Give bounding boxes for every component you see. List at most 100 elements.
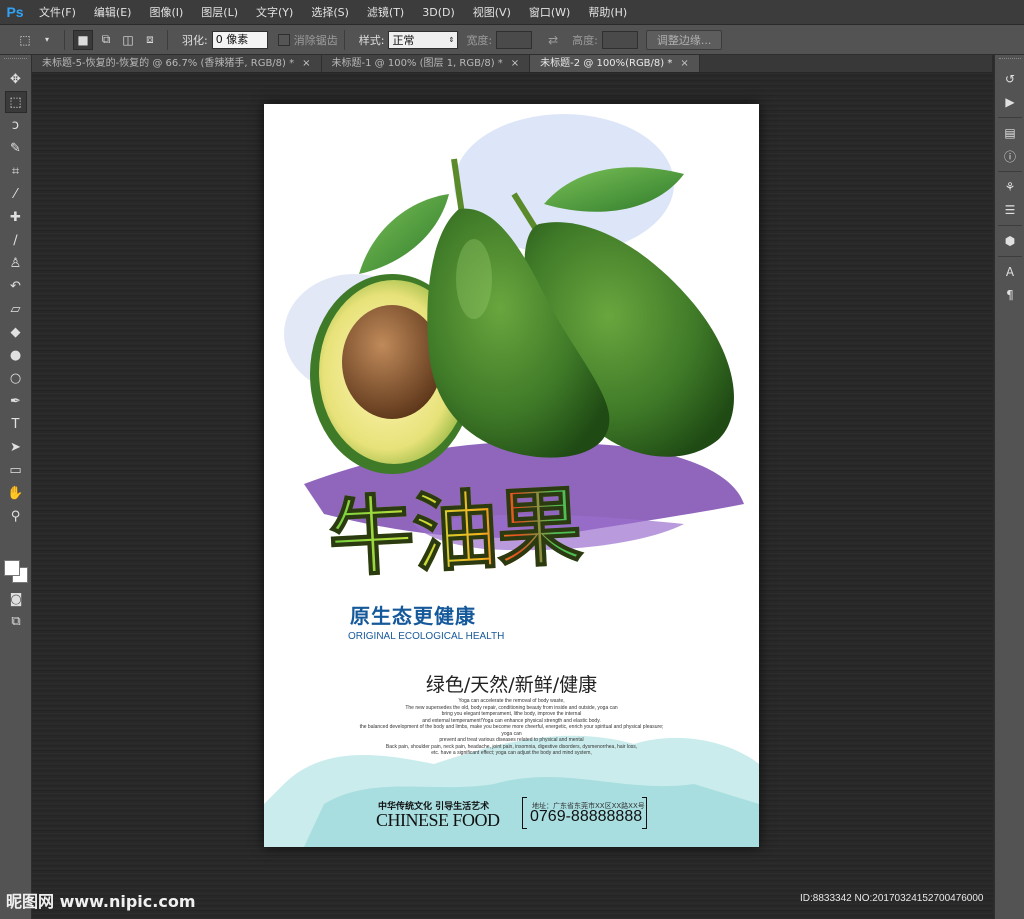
rectangle-tool-icon[interactable]: ▭: [5, 459, 27, 481]
panel-grip[interactable]: [4, 58, 27, 65]
menu-type[interactable]: 文字(Y): [247, 4, 302, 20]
brush-settings-icon[interactable]: ☰: [999, 199, 1021, 221]
poster-document[interactable]: 牛油果 原生态更健康 ORIGINAL ECOLOGICAL HEALTH 绿色…: [264, 104, 759, 847]
properties-icon[interactable]: ▤: [999, 122, 1021, 144]
history-brush-tool-icon[interactable]: ↶: [5, 275, 27, 297]
menu-image[interactable]: 图像(I): [140, 4, 192, 20]
width-label: 宽度:: [466, 33, 493, 47]
chevron-down-icon[interactable]: ▾: [38, 31, 56, 49]
watermark-id: ID:8833342 NO:20170324152700476000: [800, 893, 984, 904]
poster-body-text: Yoga can accelerate the removal of body …: [354, 698, 669, 757]
actions-play-icon[interactable]: ▶: [999, 91, 1021, 113]
tab-label: 未标题-2 @ 100%(RGB/8) *: [540, 58, 673, 69]
close-icon[interactable]: ×: [680, 58, 688, 69]
poster-slogan-cn: 原生态更健康: [350, 604, 476, 628]
menu-layer[interactable]: 图层(L): [192, 4, 247, 20]
panel-grip[interactable]: [999, 58, 1021, 65]
dodge-tool-icon[interactable]: ○: [5, 367, 27, 389]
healing-brush-tool-icon[interactable]: ✚: [5, 206, 27, 228]
lasso-tool-icon[interactable]: ↄ: [5, 114, 27, 136]
style-value: 正常: [392, 33, 415, 47]
photoshop-logo: Ps: [6, 4, 24, 20]
avocado-highlight: [456, 239, 492, 319]
contact-bracket-left: [522, 797, 527, 829]
menu-file[interactable]: 文件(F): [30, 4, 85, 20]
brand-name-en: CHINESE FOOD: [376, 810, 500, 830]
poster-tagline: 绿色/天然/新鲜/健康: [425, 674, 598, 696]
divider: [998, 117, 1022, 118]
quick-mask-icon[interactable]: ◙: [5, 588, 27, 610]
avocado-pit: [342, 305, 442, 419]
eraser-tool-icon[interactable]: ▱: [5, 298, 27, 320]
divider: [64, 29, 65, 50]
feather-label: 羽化:: [182, 33, 208, 47]
pen-tool-icon[interactable]: ✒: [5, 390, 27, 412]
antialias-label: 消除锯齿: [293, 33, 338, 47]
path-selection-tool-icon[interactable]: ➤: [5, 436, 27, 458]
character-icon[interactable]: A: [999, 261, 1021, 283]
history-icon[interactable]: ↺: [999, 68, 1021, 90]
screen-mode-icon[interactable]: ⧉: [5, 610, 27, 632]
options-bar: ⬚ ▾ ■ ⧉ ◫ ⧈ 羽化: 0 像素 消除锯齿 样式: 正常 ⇕ 宽度: ⇄ …: [0, 25, 1024, 55]
brush-tool-icon[interactable]: ∕: [5, 229, 27, 251]
new-selection-icon[interactable]: ■: [73, 29, 93, 50]
type-tool-icon[interactable]: T: [5, 413, 27, 435]
close-icon[interactable]: ×: [302, 58, 310, 69]
refine-edge-button[interactable]: 调整边缘...: [645, 29, 723, 50]
divider: [998, 225, 1022, 226]
poster-title: 牛油果: [325, 455, 583, 593]
quick-select-tool-icon[interactable]: ✎: [5, 137, 27, 159]
height-input[interactable]: [601, 30, 638, 49]
feather-input[interactable]: 0 像素: [211, 30, 268, 49]
contact-phone: 0769-88888888: [530, 808, 643, 825]
antialias-checkbox[interactable]: [277, 33, 290, 46]
body-line: the balanced development of the body and…: [359, 724, 664, 737]
menu-select[interactable]: 选择(S): [302, 4, 358, 20]
info-icon[interactable]: ⓘ: [999, 145, 1021, 167]
body-line: etc. have a significant effect; yoga can…: [431, 750, 592, 756]
swap-icon[interactable]: ⇄: [544, 31, 562, 49]
marquee-tool-icon[interactable]: ⬚: [4, 91, 27, 113]
menu-view[interactable]: 视图(V): [464, 4, 520, 20]
height-label: 高度:: [572, 33, 598, 47]
foreground-color-swatch[interactable]: [4, 560, 20, 576]
menu-window[interactable]: 窗口(W): [520, 4, 579, 20]
menu-filter[interactable]: 滤镜(T): [358, 4, 413, 20]
width-input[interactable]: [496, 30, 533, 49]
tab-document-5[interactable]: 未标题-5-恢复的-恢复的 @ 66.7% (香辣猪手, RGB/8) * ×: [32, 55, 322, 72]
eyedropper-tool-icon[interactable]: ⁄: [5, 183, 27, 205]
style-select[interactable]: 正常 ⇕: [388, 30, 459, 49]
blur-tool-icon[interactable]: ●: [5, 344, 27, 366]
menu-3d[interactable]: 3D(D): [413, 6, 464, 19]
chevron-updown-icon: ⇕: [448, 35, 455, 44]
move-tool-icon[interactable]: ✥: [5, 68, 27, 90]
menu-bar: Ps 文件(F) 编辑(E) 图像(I) 图层(L) 文字(Y) 选择(S) 滤…: [0, 0, 1024, 25]
menu-edit[interactable]: 编辑(E): [85, 4, 141, 20]
brush-presets-icon[interactable]: ⚘: [999, 176, 1021, 198]
crop-tool-icon[interactable]: ⌗: [5, 160, 27, 182]
clone-stamp-tool-icon[interactable]: ♙: [5, 252, 27, 274]
add-selection-icon[interactable]: ⧉: [97, 31, 115, 49]
close-icon[interactable]: ×: [511, 58, 519, 69]
tab-label: 未标题-1 @ 100% (图层 1, RGB/8) *: [331, 58, 503, 69]
intersect-selection-icon[interactable]: ⧈: [141, 31, 159, 49]
marquee-preset-icon[interactable]: ⬚: [16, 31, 34, 49]
subtract-selection-icon[interactable]: ◫: [119, 31, 137, 49]
divider: [167, 29, 168, 50]
zoom-tool-icon[interactable]: ⚲: [5, 505, 27, 527]
tools-panel: ✥ ⬚ ↄ ✎ ⌗ ⁄ ✚ ∕ ♙ ↶ ▱ ◆ ● ○ ✒ T ➤ ▭ ✋ ⚲ …: [0, 55, 32, 919]
3d-cube-icon[interactable]: ⬢: [999, 230, 1021, 252]
hand-tool-icon[interactable]: ✋: [5, 482, 27, 504]
divider: [998, 256, 1022, 257]
style-label: 样式:: [358, 33, 385, 47]
tab-label: 未标题-5-恢复的-恢复的 @ 66.7% (香辣猪手, RGB/8) *: [42, 58, 295, 69]
tab-document-2[interactable]: 未标题-2 @ 100%(RGB/8) * ×: [530, 55, 700, 72]
document-tabs: 未标题-5-恢复的-恢复的 @ 66.7% (香辣猪手, RGB/8) * × 未…: [32, 55, 992, 72]
paragraph-icon[interactable]: ¶: [999, 284, 1021, 306]
watermark-site: 昵图网 www.nipic.com: [6, 892, 196, 911]
paint-bucket-tool-icon[interactable]: ◆: [5, 321, 27, 343]
tab-document-1[interactable]: 未标题-1 @ 100% (图层 1, RGB/8) * ×: [321, 55, 531, 72]
poster-slogan-en: ORIGINAL ECOLOGICAL HEALTH: [348, 631, 505, 642]
menu-help[interactable]: 帮助(H): [579, 4, 636, 20]
right-panel-dock: ↺ ▶ ▤ ⓘ ⚘ ☰ ⬢ A ¶: [994, 55, 1024, 919]
